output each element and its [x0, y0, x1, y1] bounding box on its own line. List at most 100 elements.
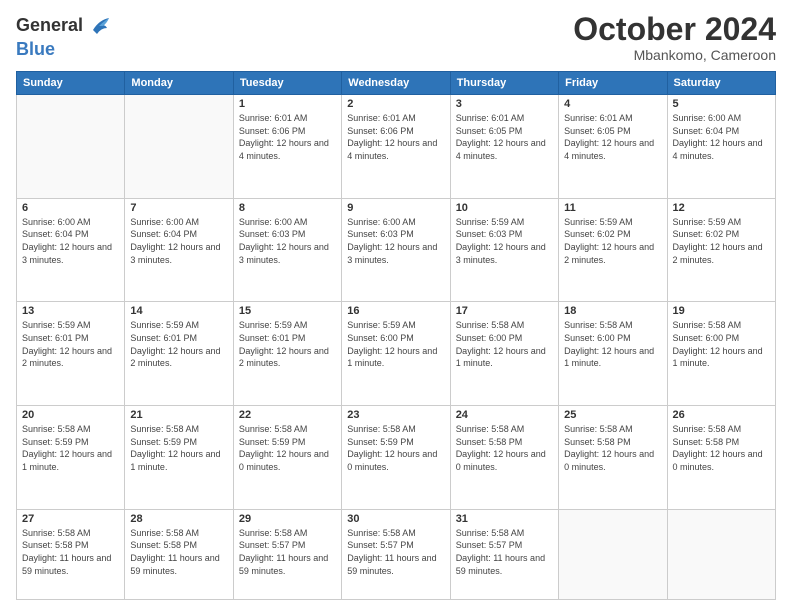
day-info: Sunrise: 5:58 AM Sunset: 5:57 PM Dayligh… — [347, 527, 444, 577]
day-info: Sunrise: 6:01 AM Sunset: 6:05 PM Dayligh… — [564, 112, 661, 162]
day-number: 5 — [673, 98, 770, 110]
day-number: 18 — [564, 305, 661, 317]
day-number: 4 — [564, 98, 661, 110]
day-number: 8 — [239, 202, 336, 214]
day-header-friday: Friday — [559, 72, 667, 95]
calendar-cell: 14Sunrise: 5:59 AM Sunset: 6:01 PM Dayli… — [125, 302, 233, 406]
day-info: Sunrise: 5:59 AM Sunset: 6:02 PM Dayligh… — [673, 216, 770, 266]
calendar-cell: 23 Sunrise: 5:58 AM Sunset: 5:59 PM Dayli… — [342, 406, 450, 510]
calendar-cell: 9 Sunrise: 6:00 AM Sunset: 6:03 PM Daylig… — [342, 198, 450, 302]
day-info: Sunrise: 5:59 AM Sunset: 6:02 PM Dayligh… — [564, 216, 661, 266]
day-number: 6 — [22, 202, 119, 214]
day-info: Sunrise: 6:00 AM Sunset: 6:04 PM Dayligh… — [130, 216, 227, 266]
day-number: 1 — [239, 98, 336, 110]
day-info: Sunrise: 5:58 AM Sunset: 5:59 PM Dayligh… — [239, 423, 336, 473]
calendar-cell: 1 Sunrise: 6:01 AM Sunset: 6:06 PM Daylig… — [233, 95, 341, 199]
day-number: 11 — [564, 202, 661, 214]
logo: General Blue — [16, 12, 113, 60]
calendar-cell — [667, 509, 775, 599]
calendar-cell: 19 Sunrise: 5:58 AM Sunset: 6:00 PM Dayli… — [667, 302, 775, 406]
day-info: Sunrise: 5:59 AM Sunset: 6:00 PM Dayligh… — [347, 319, 444, 369]
day-number: 10 — [456, 202, 553, 214]
day-number: 19 — [673, 305, 770, 317]
logo-general-text: General — [16, 16, 83, 36]
day-number: 3 — [456, 98, 553, 110]
day-number: 26 — [673, 409, 770, 421]
calendar-cell: 31 Sunrise: 5:58 AM Sunset: 5:57 PM Dayli… — [450, 509, 558, 599]
title-area: October 2024 Mbankomo, Cameroon — [573, 12, 776, 63]
month-title: October 2024 — [573, 12, 776, 47]
day-headers-row: SundayMondayTuesdayWednesdayThursdayFrid… — [17, 72, 776, 95]
day-info: Sunrise: 5:58 AM Sunset: 5:57 PM Dayligh… — [456, 527, 553, 577]
day-info: Sunrise: 5:58 AM Sunset: 6:00 PM Dayligh… — [673, 319, 770, 369]
calendar-cell: 3 Sunrise: 6:01 AM Sunset: 6:05 PM Daylig… — [450, 95, 558, 199]
day-header-saturday: Saturday — [667, 72, 775, 95]
calendar-cell: 25Sunrise: 5:58 AM Sunset: 5:58 PM Dayli… — [559, 406, 667, 510]
day-info: Sunrise: 5:58 AM Sunset: 5:59 PM Dayligh… — [130, 423, 227, 473]
day-number: 15 — [239, 305, 336, 317]
day-number: 30 — [347, 513, 444, 525]
calendar-cell: 26 Sunrise: 5:58 AM Sunset: 5:58 PM Dayli… — [667, 406, 775, 510]
calendar-table: SundayMondayTuesdayWednesdayThursdayFrid… — [16, 71, 776, 600]
calendar-cell: 30 Sunrise: 5:58 AM Sunset: 5:57 PM Dayli… — [342, 509, 450, 599]
calendar-cell: 17 Sunrise: 5:58 AM Sunset: 6:00 PM Dayli… — [450, 302, 558, 406]
day-info: Sunrise: 6:01 AM Sunset: 6:06 PM Dayligh… — [239, 112, 336, 162]
day-number: 22 — [239, 409, 336, 421]
calendar-cell: 6 Sunrise: 6:00 AM Sunset: 6:04 PM Daylig… — [17, 198, 125, 302]
day-info: Sunrise: 5:58 AM Sunset: 5:59 PM Dayligh… — [347, 423, 444, 473]
calendar-cell: 10 Sunrise: 5:59 AM Sunset: 6:03 PM Dayli… — [450, 198, 558, 302]
day-info: Sunrise: 5:59 AM Sunset: 6:03 PM Dayligh… — [456, 216, 553, 266]
logo-bird-icon — [85, 12, 113, 40]
day-number: 28 — [130, 513, 227, 525]
day-info: Sunrise: 5:58 AM Sunset: 5:58 PM Dayligh… — [130, 527, 227, 577]
day-info: Sunrise: 6:01 AM Sunset: 6:05 PM Dayligh… — [456, 112, 553, 162]
calendar-cell: 2 Sunrise: 6:01 AM Sunset: 6:06 PM Daylig… — [342, 95, 450, 199]
day-info: Sunrise: 5:58 AM Sunset: 5:58 PM Dayligh… — [456, 423, 553, 473]
calendar-cell: 13Sunrise: 5:59 AM Sunset: 6:01 PM Dayli… — [17, 302, 125, 406]
calendar-cell: 21 Sunrise: 5:58 AM Sunset: 5:59 PM Dayli… — [125, 406, 233, 510]
day-number: 23 — [347, 409, 444, 421]
day-info: Sunrise: 5:58 AM Sunset: 5:57 PM Dayligh… — [239, 527, 336, 577]
day-number: 17 — [456, 305, 553, 317]
calendar-cell: 18 Sunrise: 5:58 AM Sunset: 6:00 PM Dayli… — [559, 302, 667, 406]
day-info: Sunrise: 5:58 AM Sunset: 6:00 PM Dayligh… — [456, 319, 553, 369]
day-number: 24 — [456, 409, 553, 421]
day-header-sunday: Sunday — [17, 72, 125, 95]
calendar-cell: 7Sunrise: 6:00 AM Sunset: 6:04 PM Daylig… — [125, 198, 233, 302]
calendar-cell: 28 Sunrise: 5:58 AM Sunset: 5:58 PM Dayli… — [125, 509, 233, 599]
calendar-cell: 22 Sunrise: 5:58 AM Sunset: 5:59 PM Dayli… — [233, 406, 341, 510]
day-info: Sunrise: 5:59 AM Sunset: 6:01 PM Dayligh… — [239, 319, 336, 369]
day-number: 12 — [673, 202, 770, 214]
day-info: Sunrise: 5:58 AM Sunset: 5:58 PM Dayligh… — [564, 423, 661, 473]
day-info: Sunrise: 6:01 AM Sunset: 6:06 PM Dayligh… — [347, 112, 444, 162]
calendar-cell: 11 Sunrise: 5:59 AM Sunset: 6:02 PM Dayli… — [559, 198, 667, 302]
day-number: 21 — [130, 409, 227, 421]
location-subtitle: Mbankomo, Cameroon — [573, 47, 776, 63]
calendar-cell — [125, 95, 233, 199]
day-number: 13 — [22, 305, 119, 317]
day-info: Sunrise: 5:58 AM Sunset: 6:00 PM Dayligh… — [564, 319, 661, 369]
calendar-cell: 4 Sunrise: 6:01 AM Sunset: 6:05 PM Daylig… — [559, 95, 667, 199]
day-info: Sunrise: 5:58 AM Sunset: 5:58 PM Dayligh… — [22, 527, 119, 577]
calendar-cell: 29 Sunrise: 5:58 AM Sunset: 5:57 PM Dayli… — [233, 509, 341, 599]
day-number: 27 — [22, 513, 119, 525]
page: General Blue October 2024 Mbankomo, Came… — [0, 0, 792, 612]
day-number: 31 — [456, 513, 553, 525]
day-number: 29 — [239, 513, 336, 525]
logo-blue-text: Blue — [16, 40, 113, 60]
day-number: 2 — [347, 98, 444, 110]
calendar-cell: 5 Sunrise: 6:00 AM Sunset: 6:04 PM Daylig… — [667, 95, 775, 199]
day-info: Sunrise: 5:58 AM Sunset: 5:58 PM Dayligh… — [673, 423, 770, 473]
calendar-cell: 16 Sunrise: 5:59 AM Sunset: 6:00 PM Dayli… — [342, 302, 450, 406]
day-number: 16 — [347, 305, 444, 317]
calendar-cell: 8Sunrise: 6:00 AM Sunset: 6:03 PM Daylig… — [233, 198, 341, 302]
header: General Blue October 2024 Mbankomo, Came… — [16, 12, 776, 63]
day-info: Sunrise: 6:00 AM Sunset: 6:04 PM Dayligh… — [22, 216, 119, 266]
calendar-cell: 20Sunrise: 5:58 AM Sunset: 5:59 PM Dayli… — [17, 406, 125, 510]
day-info: Sunrise: 5:58 AM Sunset: 5:59 PM Dayligh… — [22, 423, 119, 473]
day-header-monday: Monday — [125, 72, 233, 95]
day-info: Sunrise: 6:00 AM Sunset: 6:03 PM Dayligh… — [347, 216, 444, 266]
day-info: Sunrise: 6:00 AM Sunset: 6:04 PM Dayligh… — [673, 112, 770, 162]
day-number: 9 — [347, 202, 444, 214]
calendar-cell: 24 Sunrise: 5:58 AM Sunset: 5:58 PM Dayli… — [450, 406, 558, 510]
